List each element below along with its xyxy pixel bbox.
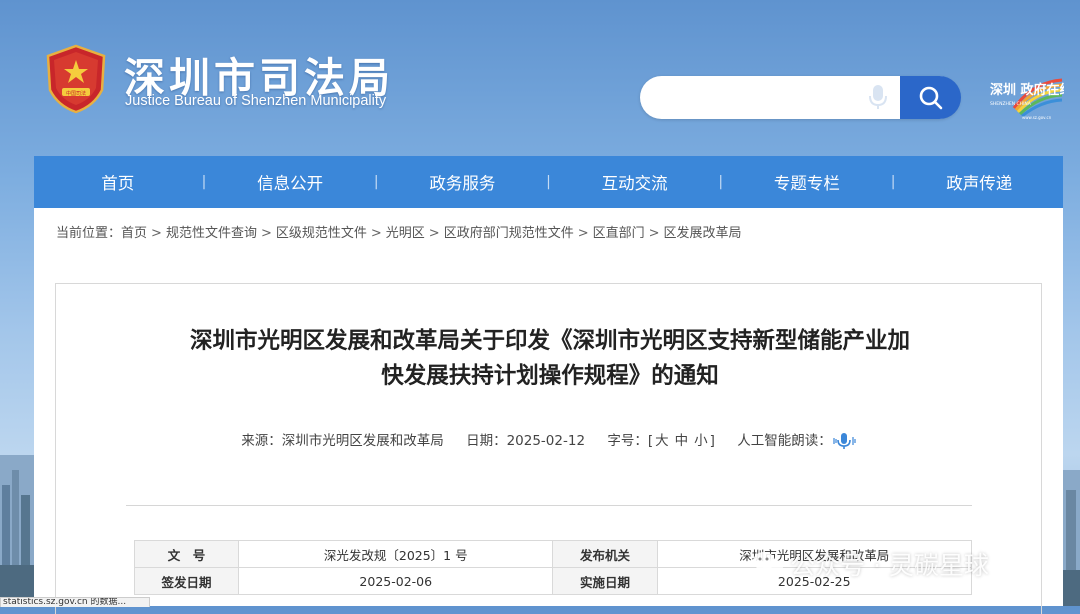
breadcrumb-separator: > bbox=[648, 226, 660, 241]
breadcrumb-separator: > bbox=[577, 226, 589, 241]
nav-item-topics[interactable]: 专题专栏 bbox=[723, 170, 891, 194]
wechat-icon bbox=[753, 552, 783, 575]
nav-item-news[interactable]: 政声传递 bbox=[895, 170, 1063, 194]
doc-no-label: 文 号 bbox=[133, 540, 240, 568]
city-skyline-image-right bbox=[1063, 470, 1080, 606]
search-input[interactable] bbox=[658, 76, 862, 119]
ai-read: 人工智能朗读： bbox=[737, 433, 856, 449]
date-info: 日期：2025-02-12 bbox=[466, 433, 585, 449]
breadcrumb-prefix: 当前位置： bbox=[56, 226, 122, 241]
main-nav: 首页 | 信息公开 | 政务服务 | 互动交流 | 专题专栏 | 政声传递 bbox=[34, 156, 1063, 208]
font-size-medium-button[interactable]: 中 bbox=[675, 433, 689, 449]
site-header: 中国司法 深圳市司法局 Justice Bureau of Shenzhen M… bbox=[0, 0, 1080, 156]
sign-date-value: 2025-02-06 bbox=[238, 567, 554, 595]
breadcrumb-dept-docs[interactable]: 区政府部门规范性文件 bbox=[444, 226, 574, 241]
speaker-icon[interactable] bbox=[832, 432, 856, 450]
font-size-label: 字号： bbox=[607, 433, 648, 449]
shenzhen-logo[interactable]: 深圳 政府在线 SHENZHEN CHINA www.sz.gov.cn bbox=[988, 78, 1064, 120]
font-size-control: 字号：[大中小] bbox=[607, 433, 715, 449]
date-label: 日期： bbox=[466, 433, 507, 449]
watermark-text: 公众号 · 灵碳星球 bbox=[790, 551, 989, 580]
city-skyline-image bbox=[0, 455, 34, 606]
breadcrumb-district-depts[interactable]: 区直部门 bbox=[593, 226, 645, 241]
microphone-icon[interactable] bbox=[866, 83, 890, 111]
breadcrumb: 当前位置：首页 > 规范性文件查询 > 区级规范性文件 > 光明区 > 区政府部门规范性文件 > 区… bbox=[56, 222, 742, 241]
nav-item-gov-services[interactable]: 政务服务 bbox=[379, 170, 547, 194]
breadcrumb-separator: > bbox=[428, 226, 440, 241]
site-subtitle: Justice Bureau of Shenzhen Municipality bbox=[125, 93, 387, 109]
breadcrumb-normative-docs[interactable]: 规范性文件查询 bbox=[166, 226, 257, 241]
font-size-large-button[interactable]: 大 bbox=[655, 433, 669, 449]
source-value: 深圳市光明区发展和改革局 bbox=[281, 433, 444, 449]
emblem-icon[interactable]: 中国司法 bbox=[44, 44, 108, 114]
ai-read-label: 人工智能朗读： bbox=[737, 433, 832, 449]
issuer-label: 发布机关 bbox=[552, 540, 658, 568]
font-size-bracket-open: [ bbox=[647, 433, 654, 449]
nav-item-home[interactable]: 首页 bbox=[34, 170, 202, 194]
article-meta: 来源：深圳市光明区发展和改革局 日期：2025-02-12 字号：[大中小] 人… bbox=[56, 429, 1041, 450]
source-info: 来源：深圳市光明区发展和改革局 bbox=[241, 433, 444, 449]
breadcrumb-district-docs[interactable]: 区级规范性文件 bbox=[276, 226, 367, 241]
font-size-small-button[interactable]: 小 bbox=[694, 433, 708, 449]
emblem-label: 中国司法 bbox=[66, 90, 86, 97]
logo-url: www.sz.gov.cn bbox=[1022, 115, 1052, 120]
font-size-bracket-close: ] bbox=[709, 433, 715, 449]
article-title-line2: 快发展扶持计划操作规程》的通知 bbox=[381, 363, 719, 389]
date-value: 2025-02-12 bbox=[506, 433, 586, 449]
breadcrumb-home[interactable]: 首页 bbox=[121, 226, 147, 241]
article-title-line1: 深圳市光明区发展和改革局关于印发《深圳市光明区支持新型储能产业加 bbox=[189, 328, 910, 354]
breadcrumb-guangming[interactable]: 光明区 bbox=[386, 226, 425, 241]
article-title: 深圳市光明区发展和改革局关于印发《深圳市光明区支持新型储能产业加 快发展扶持计划… bbox=[116, 324, 984, 394]
nav-item-interaction[interactable]: 互动交流 bbox=[551, 170, 719, 194]
wechat-watermark: 公众号 · 灵碳星球 bbox=[752, 546, 989, 582]
doc-no-value: 深光发改规〔2025〕1 号 bbox=[238, 540, 554, 568]
article-divider bbox=[126, 505, 972, 506]
breadcrumb-separator: > bbox=[370, 226, 382, 241]
source-label: 来源： bbox=[241, 433, 282, 449]
logo-text: 深圳 政府在线 bbox=[990, 82, 1064, 98]
search-icon bbox=[919, 86, 942, 109]
logo-subtext: SHENZHEN CHINA bbox=[990, 101, 1032, 107]
sign-date-label: 签发日期 bbox=[133, 567, 240, 595]
nav-item-info-disclosure[interactable]: 信息公开 bbox=[206, 170, 374, 194]
breadcrumb-separator: > bbox=[260, 226, 272, 241]
breadcrumb-dev-reform[interactable]: 区发展改革局 bbox=[664, 226, 742, 241]
search-button[interactable] bbox=[900, 76, 961, 119]
effective-date-label: 实施日期 bbox=[552, 567, 658, 595]
breadcrumb-separator: > bbox=[151, 226, 162, 241]
